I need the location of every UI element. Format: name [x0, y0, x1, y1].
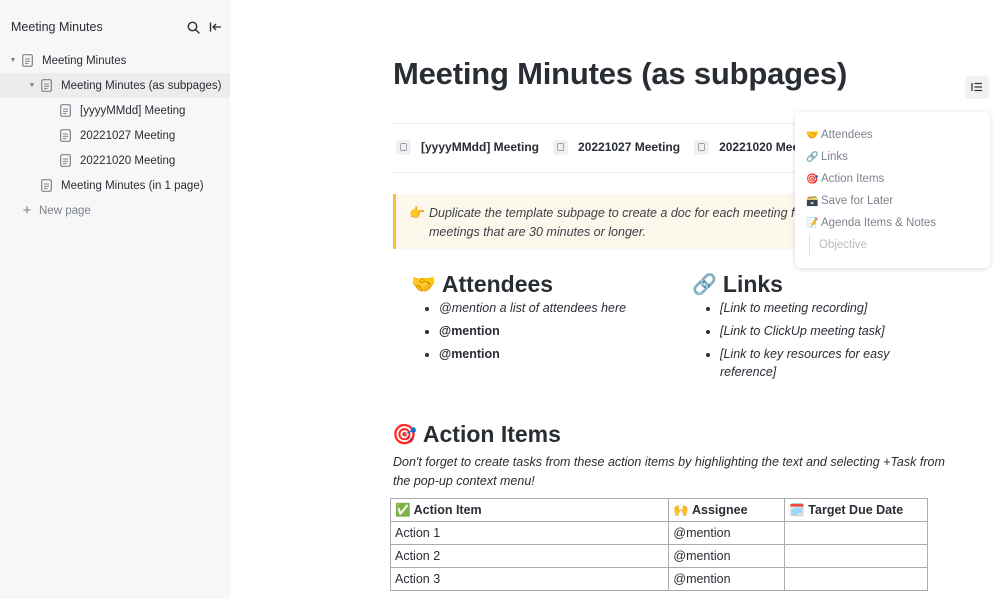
divider: [393, 172, 813, 173]
caret-down-icon[interactable]: ▼: [8, 57, 18, 64]
raised-hands-icon: 🙌: [673, 502, 689, 517]
link-icon: 🔗: [692, 274, 717, 296]
subpage-links: [yyyyMMdd] Meeting 20221027 Meeting 2022…: [396, 137, 796, 157]
new-page-label: New page: [39, 204, 91, 217]
sidebar-item-label: [yyyyMMdd] Meeting: [80, 104, 186, 117]
list-item[interactable]: [Link to key resources for easy referenc…: [702, 345, 917, 382]
sidebar-title: Meeting Minutes: [11, 20, 103, 34]
sidebar-item-label: Meeting Minutes (as subpages): [61, 79, 222, 92]
column-header-action-item[interactable]: ✅ Action Item: [389, 498, 670, 522]
list-item[interactable]: [Link to ClickUp meeting task]: [702, 322, 917, 341]
table-of-contents-button[interactable]: [965, 76, 989, 99]
collapse-sidebar-icon[interactable]: [207, 19, 223, 35]
check-icon: ✅: [395, 502, 411, 517]
table-cell[interactable]: @mention: [668, 567, 786, 591]
document-icon: [22, 54, 34, 67]
new-page-button[interactable]: + New page: [0, 198, 230, 223]
subpage-link-20221027-meeting[interactable]: 20221027 Meeting: [553, 139, 680, 155]
list-item[interactable]: [Link to meeting recording]: [702, 299, 917, 318]
action-items-heading: 🎯 Action Items: [392, 421, 561, 447]
search-icon[interactable]: [185, 19, 201, 35]
sidebar-header: Meeting Minutes: [11, 18, 223, 36]
callout-text: Duplicate the template subpage to create…: [429, 206, 806, 239]
column-header-assignee[interactable]: 🙌 Assignee: [668, 498, 786, 522]
toc-item-action-items[interactable]: 🎯 Action Items: [806, 168, 936, 190]
list-item[interactable]: @mention: [421, 322, 671, 341]
table-cell[interactable]: @mention: [668, 521, 786, 545]
list-item[interactable]: @mention: [421, 345, 671, 364]
table-cell[interactable]: [784, 544, 928, 568]
table-cell[interactable]: Action 1: [389, 521, 670, 545]
sidebar-item-20221020-meeting[interactable]: 20221020 Meeting: [0, 148, 230, 173]
plus-icon: +: [22, 202, 32, 219]
page-tree: ▼ Meeting Minutes ▼ Meeting Minutes (as …: [0, 48, 230, 223]
target-icon: 🎯: [806, 173, 819, 185]
table-cell[interactable]: [784, 521, 928, 545]
table-row: Action 2 @mention: [389, 544, 928, 568]
callout: 👉 Duplicate the template subpage to crea…: [393, 194, 813, 249]
toc-item-agenda-items-notes[interactable]: 📝 Agenda Items & Notes: [806, 212, 936, 234]
document-icon: [60, 129, 72, 142]
card-box-icon: 🗃️: [806, 195, 819, 207]
sidebar-item-label: Meeting Minutes (in 1 page): [61, 179, 204, 192]
list-item[interactable]: @mention a list of attendees here: [421, 299, 671, 318]
links-heading: 🔗 Links: [692, 271, 783, 297]
document-icon: [41, 179, 53, 192]
document-icon: [553, 139, 569, 155]
links-list: [Link to meeting recording] [Link to Cli…: [702, 299, 917, 386]
table-cell[interactable]: [784, 567, 928, 591]
table-row: Action 1 @mention: [389, 521, 928, 545]
attendees-list: @mention a list of attendees here @menti…: [421, 299, 671, 367]
table-header-row: ✅ Action Item 🙌 Assignee 🗓️ Target Due D…: [389, 498, 928, 522]
sidebar: Meeting Minutes ▼ Meeting Minutes ▼ Meet…: [0, 0, 230, 599]
toc-item-save-for-later[interactable]: 🗃️ Save for Later: [806, 190, 936, 212]
page-title: Meeting Minutes (as subpages): [393, 56, 848, 91]
sidebar-item-20221027-meeting[interactable]: 20221027 Meeting: [0, 123, 230, 148]
table-of-contents-icon: [971, 79, 983, 97]
document-icon: [60, 104, 72, 117]
sidebar-item-meeting-minutes[interactable]: ▼ Meeting Minutes: [0, 48, 230, 73]
toc-item-attendees[interactable]: 🤝 Attendees: [806, 124, 936, 146]
sidebar-item-yyyymmdd-meeting[interactable]: [yyyyMMdd] Meeting: [0, 98, 230, 123]
divider: [393, 123, 813, 124]
table-cell[interactable]: Action 2: [389, 544, 670, 568]
action-items-table: ✅ Action Item 🙌 Assignee 🗓️ Target Due D…: [389, 498, 928, 591]
pointing-hand-icon: 👉: [409, 205, 426, 220]
table-cell[interactable]: @mention: [668, 544, 786, 568]
sidebar-item-label: 20221027 Meeting: [80, 129, 176, 142]
sidebar-item-meeting-minutes-as-subpages[interactable]: ▼ Meeting Minutes (as subpages): [0, 73, 230, 98]
table-cell[interactable]: Action 3: [389, 567, 670, 591]
handshake-icon: 🤝: [806, 129, 819, 141]
caret-down-icon[interactable]: ▼: [27, 82, 37, 89]
document-icon: [396, 139, 411, 155]
attendees-heading: 🤝 Attendees: [411, 271, 554, 297]
document-icon: [694, 139, 710, 155]
memo-icon: 📝: [806, 217, 819, 229]
column-header-target-due-date[interactable]: 🗓️ Target Due Date: [784, 498, 928, 522]
table-of-contents-panel: 🤝 Attendees 🔗 Links 🎯 Action Items 🗃️ Save f…: [795, 112, 990, 268]
document-icon: [60, 154, 72, 167]
action-items-description: Don't forget to create tasks from these …: [393, 455, 945, 488]
table-row: Action 3 @mention: [389, 567, 928, 591]
sidebar-item-meeting-minutes-in-1-page[interactable]: Meeting Minutes (in 1 page): [0, 173, 230, 198]
sidebar-item-label: 20221020 Meeting: [80, 154, 176, 167]
target-icon: 🎯: [392, 424, 417, 446]
calendar-icon: 🗓️: [789, 502, 805, 517]
toc-item-objective[interactable]: Objective: [809, 234, 936, 256]
subpage-link-yyyymmdd-meeting[interactable]: [yyyyMMdd] Meeting: [396, 139, 539, 155]
link-icon: 🔗: [806, 151, 819, 163]
sidebar-item-label: Meeting Minutes: [42, 54, 127, 67]
document-icon: [41, 79, 53, 92]
subpage-link-20221020-meeting[interactable]: 20221020 Meeting: [694, 139, 796, 155]
toc-item-links[interactable]: 🔗 Links: [806, 146, 936, 168]
handshake-icon: 🤝: [411, 274, 436, 296]
